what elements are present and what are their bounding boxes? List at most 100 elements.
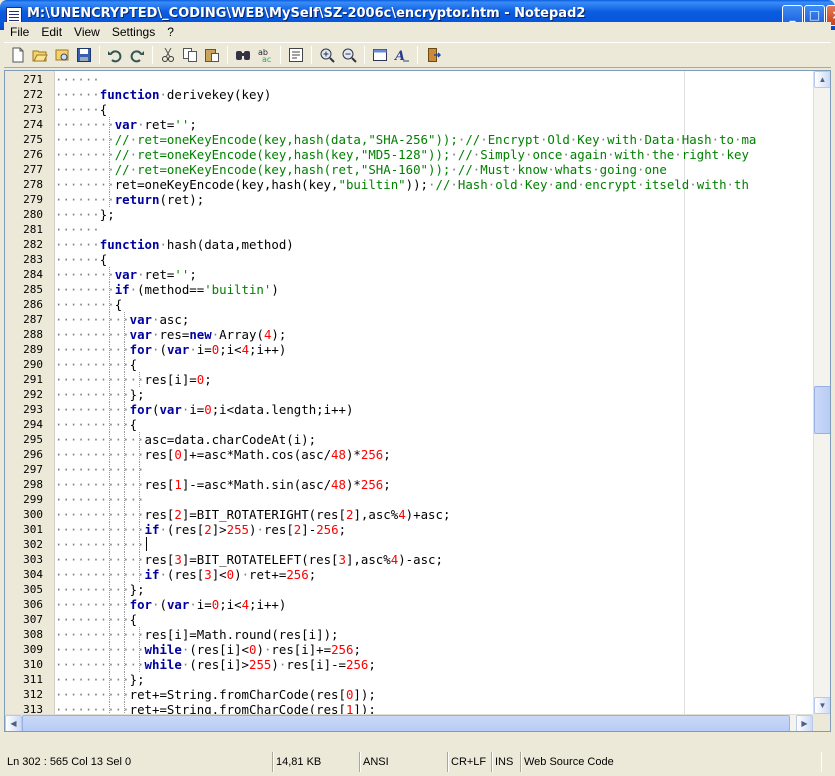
menu-help[interactable]: ? [161, 22, 180, 42]
paste-icon[interactable] [201, 44, 223, 66]
cut-icon[interactable] [157, 44, 179, 66]
indent-guide [124, 642, 126, 657]
window-title: M:\UNENCRYPTED\_CODING\WEB\MySelf\SZ-200… [27, 6, 586, 21]
copy-icon[interactable] [179, 44, 201, 66]
code-line[interactable]: ········if·(method=='builtin') [55, 282, 279, 297]
line-number: 276 [23, 148, 43, 161]
code-line[interactable]: ············while·(res[i]>255)·res[i]-=2… [55, 657, 376, 672]
indent-guide [109, 342, 111, 357]
indent-guide [109, 687, 111, 702]
font-icon[interactable]: A [391, 44, 413, 66]
code-line[interactable]: ··········var·res=new·Array(4); [55, 327, 286, 342]
find-icon[interactable] [232, 44, 254, 66]
code-line[interactable]: ········{ [55, 297, 122, 312]
indent-guide [109, 327, 111, 342]
code-line[interactable]: ··········ret+=String.fromCharCode(res[1… [55, 702, 376, 714]
indent-guide [124, 312, 126, 327]
code-line[interactable]: ············if·(res[3]<0)·ret+=256; [55, 567, 316, 582]
line-number: 305 [23, 583, 43, 596]
indent-guide [138, 522, 140, 537]
status-line-endings[interactable]: CR+LF [448, 752, 492, 772]
code-line[interactable]: ········var·ret=''; [55, 267, 197, 282]
code-line[interactable]: ··········}; [55, 672, 145, 687]
code-line[interactable]: ··········var·asc; [55, 312, 189, 327]
line-number: 311 [23, 673, 43, 686]
code-line[interactable]: ······function·hash(data,method) [55, 237, 294, 252]
code-line[interactable]: ··········for(var·i=0;i<data.length;i++) [55, 402, 353, 417]
redo-icon[interactable] [126, 44, 148, 66]
zoom-out-icon[interactable] [338, 44, 360, 66]
code-line[interactable]: ········return(ret); [55, 192, 204, 207]
zoom-in-icon[interactable] [316, 44, 338, 66]
code-line[interactable]: ··········ret+=String.fromCharCode(res[0… [55, 687, 376, 702]
line-number: 290 [23, 358, 43, 371]
code-line[interactable]: ············asc=data.charCodeAt(i); [55, 432, 316, 447]
status-insert-mode: INS [492, 752, 521, 772]
code-line[interactable]: ············res[3]=BIT_ROTATELEFT(res[3]… [55, 552, 443, 567]
exit-icon[interactable] [422, 44, 444, 66]
code-line[interactable]: ············ [55, 492, 145, 507]
notepad-app-icon[interactable] [6, 7, 22, 23]
code-line[interactable]: ··········for·(var·i=0;i<4;i++) [55, 342, 286, 357]
vertical-scroll-thumb[interactable] [814, 386, 830, 434]
code-line[interactable]: ············res[i]=Math.round(res[i]); [55, 627, 339, 642]
scroll-left-icon[interactable]: ◀ [5, 715, 22, 731]
code-line[interactable]: ······ [55, 222, 100, 237]
code-line[interactable]: ············res[2]=BIT_ROTATERIGHT(res[2… [55, 507, 450, 522]
scheme-icon[interactable] [369, 44, 391, 66]
code-line[interactable]: ······ [55, 72, 100, 87]
code-line[interactable]: ······{ [55, 102, 107, 117]
indent-guide [138, 567, 140, 582]
indent-guide [109, 537, 111, 552]
status-position: Ln 302 : 565 Col 13 Sel 0 [4, 752, 273, 772]
code-line[interactable]: ············res[i]=0; [55, 372, 212, 387]
status-scheme[interactable]: Web Source Code [521, 752, 821, 772]
undo-icon[interactable] [104, 44, 126, 66]
indent-guide [124, 432, 126, 447]
menu-view[interactable]: View [68, 22, 106, 42]
indent-guide [124, 627, 126, 642]
line-number: 282 [23, 238, 43, 251]
code-line[interactable]: ··········}; [55, 387, 145, 402]
code-line[interactable]: ············ [55, 537, 145, 552]
code-line[interactable]: ············res[0]+=asc*Math.cos(asc/48)… [55, 447, 391, 462]
code-line[interactable]: ············ [55, 462, 145, 477]
menu-edit[interactable]: Edit [35, 22, 68, 42]
code-area[interactable]: ······ ······function·derivekey(key) ·····… [55, 71, 813, 714]
status-encoding[interactable]: ANSI [360, 752, 448, 772]
indent-guide [124, 417, 126, 432]
save-icon[interactable] [73, 44, 95, 66]
replace-icon[interactable]: ab ac [254, 44, 276, 66]
new-file-icon[interactable] [7, 44, 29, 66]
horizontal-scrollbar[interactable]: ◀ ▶ [5, 714, 813, 731]
menu-settings[interactable]: Settings [106, 22, 161, 42]
code-line[interactable]: ········//·ret=oneKeyEncode(key,hash(ret… [55, 162, 667, 177]
indent-guide [138, 627, 140, 642]
vertical-scrollbar[interactable]: ▲ ▼ [813, 71, 830, 714]
open-file-icon[interactable] [29, 44, 51, 66]
scroll-right-icon[interactable]: ▶ [796, 715, 813, 731]
scroll-down-icon[interactable]: ▼ [814, 697, 830, 714]
code-line[interactable]: ······}; [55, 207, 115, 222]
code-line[interactable]: ··········}; [55, 582, 145, 597]
code-line[interactable]: ········//·ret=oneKeyEncode(key,hash(key… [55, 147, 749, 162]
code-line[interactable]: ············if·(res[2]>255)·res[2]-256; [55, 522, 346, 537]
indent-guide [124, 507, 126, 522]
horizontal-scroll-thumb[interactable] [22, 715, 790, 731]
code-line[interactable]: ············res[1]-=asc*Math.sin(asc/48)… [55, 477, 391, 492]
code-line[interactable]: ··········for·(var·i=0;i<4;i++) [55, 597, 286, 612]
code-line[interactable]: ········ret=oneKeyEncode(key,hash(key,"b… [55, 177, 749, 192]
text-editor[interactable]: 271 272 273 274 275 276 277 278 279 280 281 282 283 2… [4, 70, 831, 732]
code-line[interactable]: ········//·ret=oneKeyEncode(key,hash(dat… [55, 132, 756, 147]
indent-guide [109, 477, 111, 492]
browse-icon[interactable] [51, 44, 73, 66]
code-line[interactable]: ······{ [55, 252, 107, 267]
word-wrap-icon[interactable] [285, 44, 307, 66]
code-line[interactable]: ········var·ret=''; [55, 117, 197, 132]
line-number: 303 [23, 553, 43, 566]
code-line[interactable]: ······function·derivekey(key) [55, 87, 271, 102]
menu-file[interactable]: File [4, 22, 35, 42]
indent-guide [109, 402, 111, 417]
scroll-up-icon[interactable]: ▲ [814, 71, 830, 88]
code-line[interactable]: ············while·(res[i]<0)·res[i]+=256… [55, 642, 361, 657]
